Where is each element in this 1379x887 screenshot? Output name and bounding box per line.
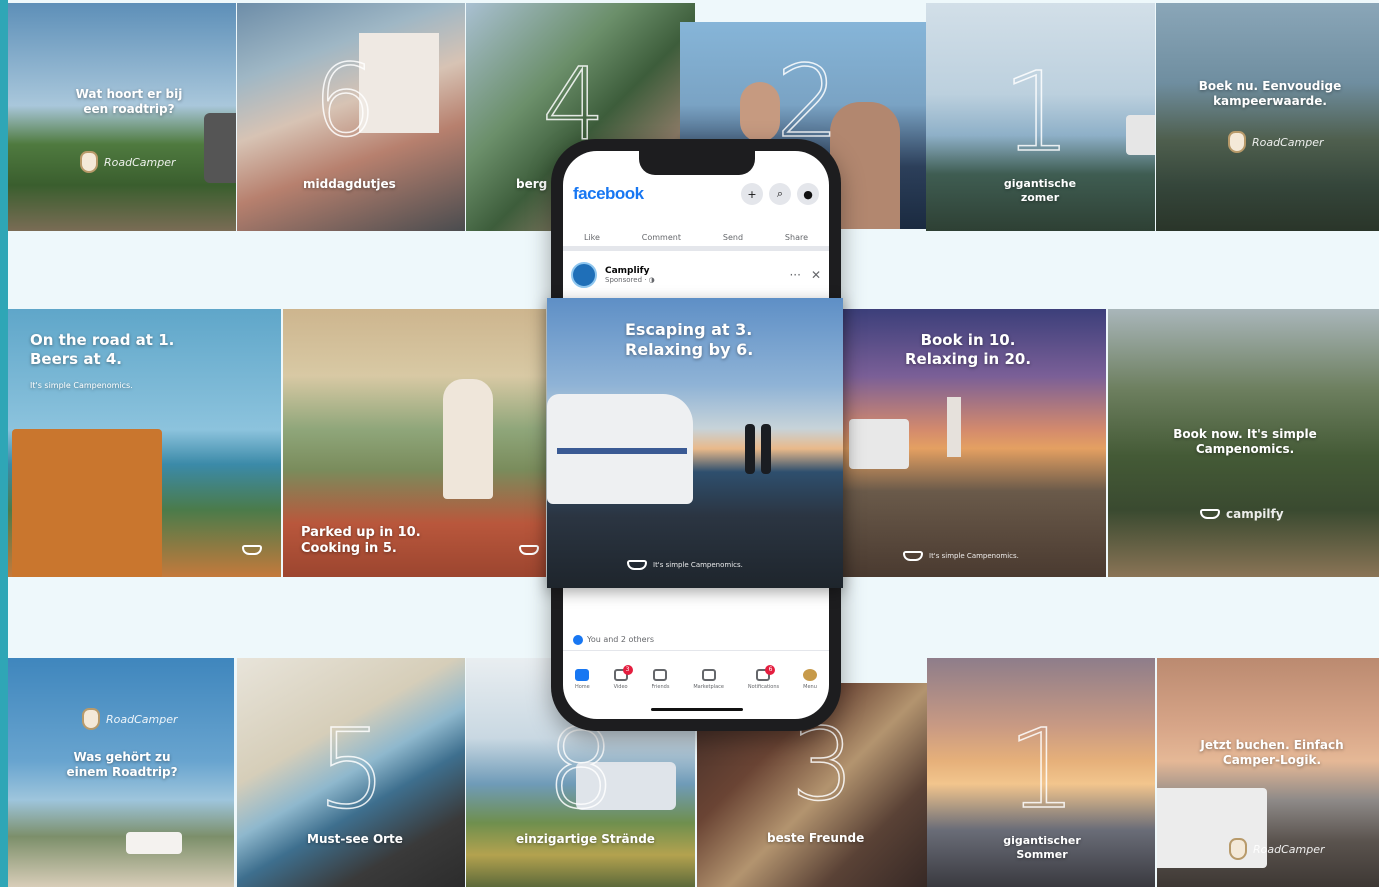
campervan-logo-icon (903, 551, 923, 561)
facebook-header: facebook + ⌕ ● (563, 177, 829, 211)
bell-icon: 6 (756, 664, 776, 681)
reactions-row: You and 2 others (563, 629, 829, 651)
tile-subcaption: It's simple Campenomics. (30, 381, 133, 390)
like-reaction-icon (573, 634, 583, 645)
tile-caption: einzigartige Strände (516, 832, 655, 846)
ad-tile-book-nl: Boek nu. Eenvoudige kampeerwaarde. RoadC… (1156, 3, 1379, 231)
post-controls: ··· ✕ (789, 268, 821, 282)
sponsored-post-header: Camplify Sponsored · ◑ ··· ✕ (571, 257, 821, 293)
tile-caption: gigantische zomer (1003, 177, 1077, 204)
big-number: 1 (1001, 48, 1073, 176)
campervan-logo-icon (242, 545, 262, 555)
featured-ad-escaping[interactable]: Escaping at 3. Relaxing by 6. It's simpl… (547, 298, 843, 588)
tile-caption: gigantischer Sommer (1003, 834, 1081, 861)
plus-icon[interactable]: + (741, 183, 763, 205)
campervan-footer: It's simple Campenomics. (627, 560, 743, 570)
post-actions-bar: Like Comment Send Share (563, 229, 829, 251)
tab-marketplace[interactable]: Marketplace (693, 668, 724, 690)
tab-notifications[interactable]: 6 Notifications (748, 664, 779, 690)
tab-menu[interactable]: Menu (803, 668, 818, 690)
phone-notch (639, 151, 755, 175)
roadcamper-logo: RoadCamper (80, 151, 176, 173)
shield-badge-icon (82, 708, 100, 730)
send-button[interactable]: Send (723, 233, 743, 242)
tile-caption: Parked up in 10. Cooking in 5. (301, 525, 421, 557)
tab-home[interactable]: Home (575, 668, 590, 690)
big-number: 2 (775, 43, 840, 160)
shield-badge-icon (1229, 838, 1247, 860)
post-author-block: Camplify Sponsored · ◑ (605, 266, 655, 284)
tile-caption: beste Freunde (767, 831, 865, 845)
ad-tile-book-de: Jetzt buchen. Einfach Camper-Logik. Road… (1157, 658, 1379, 887)
bottom-tab-bar: Home 3 Video Friends Marketplace 6 Notific… (563, 659, 829, 699)
tile-caption: Was gehört zu einem Roadtrip? (66, 750, 178, 779)
notification-badge: 6 (765, 664, 776, 675)
campervan-footer: It's simple Campenomics. (903, 551, 1019, 561)
header-icons: + ⌕ ● (741, 183, 819, 205)
tile-caption: Jetzt buchen. Einfach Camper-Logik. (1200, 738, 1344, 767)
likes-count[interactable]: You and 2 others (587, 635, 654, 644)
ad-tile-on-the-road: On the road at 1. Beers at 4. It's simpl… (8, 309, 281, 577)
tab-video[interactable]: 3 Video (613, 664, 633, 690)
home-indicator (651, 708, 743, 711)
tile-caption: berg (516, 177, 548, 191)
home-icon (575, 668, 590, 681)
ad-tile-book-now: Book now. It's simple Campenomics. campi… (1108, 309, 1379, 577)
accent-strip (0, 0, 8, 887)
tile-caption: Wat hoort er bij een roadtrip? (75, 87, 183, 116)
ad-tile-parked-up: Parked up in 10. Cooking in 5. (283, 309, 546, 577)
tile-caption: Book now. It's simple Campenomics. (1173, 427, 1317, 456)
featured-caption: Escaping at 3. Relaxing by 6. (625, 320, 754, 359)
facebook-logo: facebook (573, 184, 644, 203)
messenger-icon[interactable]: ● (797, 183, 819, 205)
campervan-logo-icon (627, 560, 647, 570)
campervan-logo-icon (519, 545, 539, 555)
camplify-avatar[interactable] (571, 262, 597, 288)
ad-tile-book-in-10: Book in 10. Relaxing in 20. It's simple … (843, 309, 1106, 577)
marketplace-icon (701, 668, 716, 681)
like-button[interactable]: Like (584, 233, 600, 242)
ad-tile-1-summer: 1 gigantische zomer (926, 3, 1155, 231)
share-button[interactable]: Share (785, 233, 808, 242)
close-icon[interactable]: ✕ (811, 268, 821, 282)
ad-tile-6-naps: 6 middagdutjes (237, 3, 465, 231)
search-icon[interactable]: ⌕ (769, 183, 791, 205)
big-number: 1 (1006, 705, 1078, 833)
roadcamper-logo: RoadCamper (82, 708, 178, 730)
campervan-logo-icon (1200, 509, 1220, 519)
ad-tile-1-sommer: 1 gigantischer Sommer (927, 658, 1155, 887)
more-options-icon[interactable]: ··· (789, 268, 800, 282)
roadcamper-logo: RoadCamper (1229, 838, 1325, 860)
campilfy-logo: campilfy (1200, 507, 1284, 521)
tile-caption: On the road at 1. Beers at 4. (30, 331, 175, 368)
tile-caption: Must-see Orte (307, 832, 403, 846)
big-number: 5 (316, 705, 388, 833)
post-author[interactable]: Camplify (605, 266, 655, 276)
big-number: 6 (312, 42, 377, 159)
tile-caption: middagdutjes (303, 177, 396, 191)
tab-friends[interactable]: Friends (651, 668, 669, 690)
post-meta: Sponsored · ◑ (605, 276, 655, 284)
notification-badge: 3 (622, 664, 633, 675)
ad-tile-roadtrip-de: RoadCamper Was gehört zu einem Roadtrip? (8, 658, 234, 887)
profile-avatar-icon (803, 668, 818, 681)
shield-badge-icon (1228, 131, 1246, 153)
tile-caption: Boek nu. Eenvoudige kampeerwaarde. (1198, 79, 1342, 108)
shield-badge-icon (80, 151, 98, 173)
video-icon: 3 (613, 664, 633, 681)
ad-tile-roadtrip-nl: Wat hoort er bij een roadtrip? RoadCampe… (8, 3, 236, 231)
comment-button[interactable]: Comment (642, 233, 681, 242)
friends-icon (653, 668, 668, 681)
roadcamper-logo: RoadCamper (1228, 131, 1324, 153)
tile-caption: Book in 10. Relaxing in 20. (904, 331, 1032, 368)
ad-tile-5-places: 5 Must-see Orte (237, 658, 465, 887)
